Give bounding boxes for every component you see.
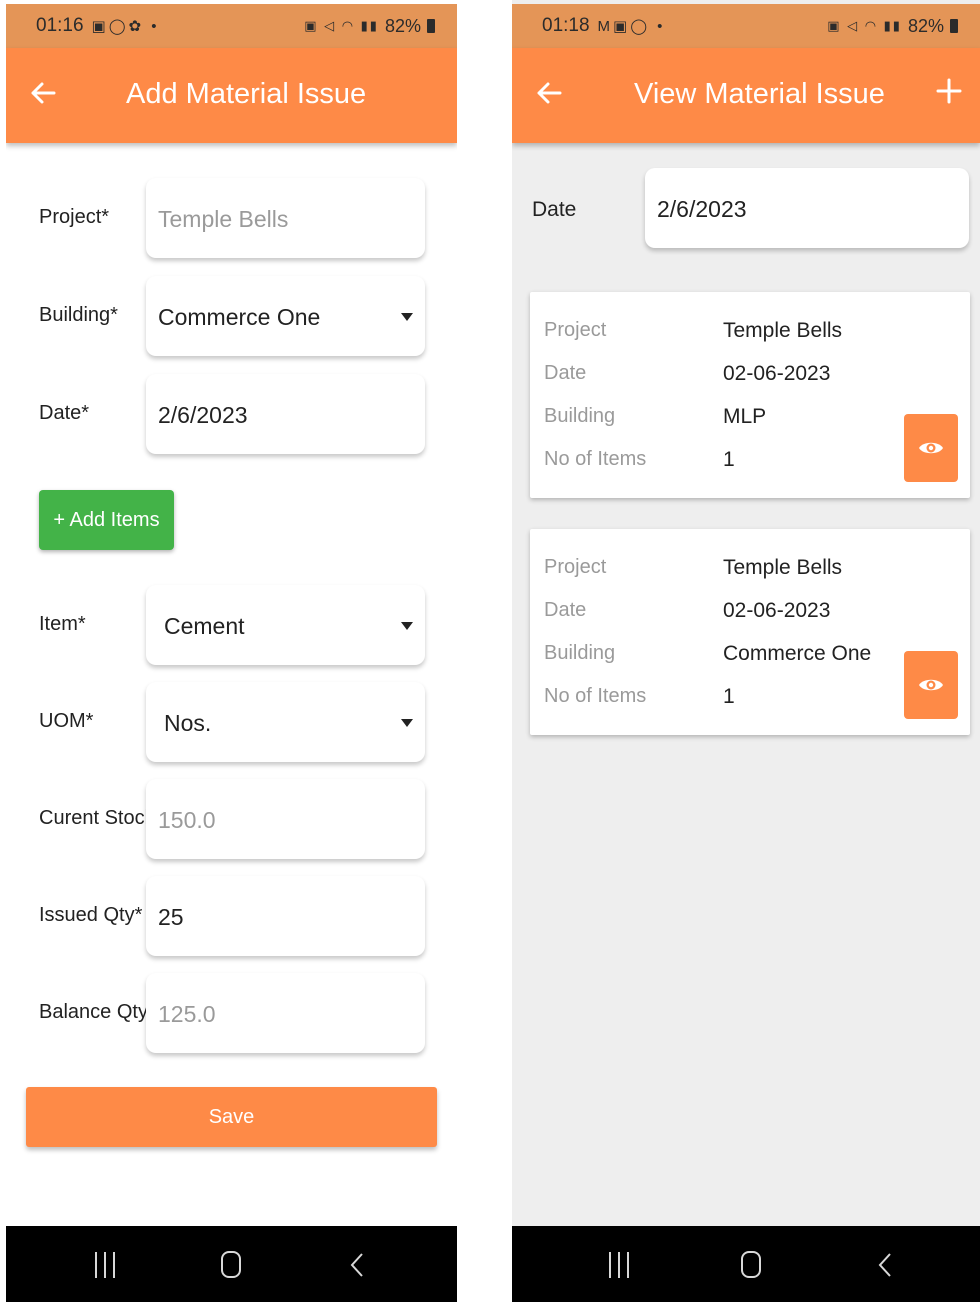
- system-nav-bar: [512, 1226, 980, 1302]
- status-bar: 01:18 M▣◯ • ▣ ◁ ◠ ▮▮ 82%: [512, 4, 980, 48]
- form-row-curent-stock: Curent Stock* 150.0: [6, 779, 457, 861]
- card-label-building: Building: [544, 405, 616, 427]
- notification-icons: ▣◯✿ •: [91, 18, 160, 35]
- save-button[interactable]: Save: [26, 1087, 437, 1147]
- form-row-item: Item* Cement: [6, 585, 457, 667]
- date-filter-value: 2/6/2023: [657, 196, 747, 222]
- field-value: Commerce One: [158, 304, 321, 330]
- item-dropdown[interactable]: Cement: [146, 585, 425, 665]
- material-issue-card: Project Temple Bells Date 02-06-2023 Buildin…: [530, 529, 970, 735]
- app-bar: Add Material Issue: [6, 48, 457, 143]
- dropdown-caret-icon: [401, 313, 413, 321]
- page-title: View Material Issue: [634, 78, 885, 110]
- field-value: 25: [158, 904, 184, 930]
- issued-qty-input[interactable]: 25: [146, 876, 425, 956]
- curent-stock-input[interactable]: 150.0: [146, 779, 425, 859]
- card-value-building: MLP: [723, 405, 767, 428]
- date-filter-label: Date: [532, 198, 577, 221]
- app-bar: View Material Issue: [512, 48, 980, 143]
- nav-back-icon[interactable]: [878, 1252, 892, 1278]
- signal-icons: ▣ ◁ ◠ ▮▮: [827, 18, 902, 33]
- view-details-button[interactable]: [904, 414, 958, 482]
- recent-apps-icon[interactable]: [609, 1252, 629, 1278]
- recent-apps-icon[interactable]: [95, 1252, 115, 1278]
- building-dropdown[interactable]: Commerce One: [146, 276, 425, 356]
- field-label: Issued Qty*: [39, 904, 143, 926]
- card-label-building: Building: [544, 642, 616, 664]
- card-value-project: Temple Bells: [723, 556, 843, 579]
- form-row-date: Date* 2/6/2023: [6, 374, 457, 456]
- status-right: ▣ ◁ ◠ ▮▮ 82%: [827, 16, 958, 37]
- eye-icon: [919, 679, 943, 691]
- signal-icons: ▣ ◁ ◠ ▮▮: [304, 18, 379, 33]
- home-icon[interactable]: [221, 1251, 241, 1278]
- field-label: Date*: [39, 402, 90, 424]
- date-filter-field[interactable]: 2/6/2023: [645, 168, 969, 248]
- balance-qty-input[interactable]: 125.0: [146, 973, 425, 1053]
- dropdown-caret-icon: [401, 719, 413, 727]
- card-label-items: No of Items: [544, 448, 647, 470]
- uom-dropdown[interactable]: Nos.: [146, 682, 425, 762]
- card-label-project: Project: [544, 319, 607, 341]
- field-value: Nos.: [164, 710, 212, 736]
- field-label: UOM*: [39, 710, 94, 732]
- home-icon[interactable]: [741, 1251, 761, 1278]
- project-input[interactable]: Temple Bells: [146, 178, 425, 258]
- battery-icon: [427, 19, 435, 33]
- form-row-project: Project* Temple Bells: [6, 178, 457, 260]
- card-label-items: No of Items: [544, 685, 647, 707]
- field-label: Curent Stock*: [39, 807, 163, 829]
- eye-icon: [919, 442, 943, 454]
- view-details-button[interactable]: [904, 651, 958, 719]
- card-value-date: 02-06-2023: [723, 599, 831, 622]
- view-material-issue-screen: 01:18 M▣◯ • ▣ ◁ ◠ ▮▮ 82% View Material I…: [512, 0, 980, 1302]
- card-value-items: 1: [723, 448, 735, 471]
- field-label: Building*: [39, 304, 118, 326]
- dropdown-caret-icon: [401, 622, 413, 630]
- system-nav-bar: [6, 1226, 457, 1302]
- back-arrow-icon[interactable]: [28, 78, 58, 108]
- field-value: Cement: [164, 613, 245, 639]
- battery-level: 82%: [907, 15, 944, 36]
- field-label: Balance Qty*: [39, 1001, 156, 1023]
- card-value-items: 1: [723, 685, 735, 708]
- card-value-project: Temple Bells: [723, 319, 843, 342]
- status-time: 01:18: [542, 15, 590, 36]
- nav-back-icon[interactable]: [350, 1252, 364, 1278]
- card-value-building: Commerce One: [723, 642, 872, 665]
- add-icon[interactable]: [934, 76, 964, 106]
- field-value: 2/6/2023: [158, 402, 248, 428]
- back-arrow-icon[interactable]: [534, 78, 564, 108]
- card-value-date: 02-06-2023: [723, 362, 831, 385]
- status-right: ▣ ◁ ◠ ▮▮ 82%: [304, 16, 435, 37]
- status-bar: 01:16 ▣◯✿ • ▣ ◁ ◠ ▮▮ 82%: [6, 4, 457, 48]
- form-row-balance-qty: Balance Qty* 125.0: [6, 973, 457, 1055]
- form-row-building: Building* Commerce One: [6, 276, 457, 358]
- page-title: Add Material Issue: [126, 78, 367, 110]
- card-label-date: Date: [544, 599, 587, 621]
- card-label-date: Date: [544, 362, 587, 384]
- form-row-uom: UOM* Nos.: [6, 682, 457, 764]
- battery-level: 82%: [384, 15, 421, 36]
- field-value: 125.0: [158, 1001, 216, 1027]
- date-input[interactable]: 2/6/2023: [146, 374, 425, 454]
- status-time: 01:16: [36, 15, 84, 36]
- material-issue-card: Project Temple Bells Date 02-06-2023 Buildin…: [530, 292, 970, 498]
- field-value: 150.0: [158, 807, 216, 833]
- add-items-button[interactable]: + Add Items: [39, 490, 174, 550]
- field-value: Temple Bells: [158, 206, 289, 232]
- field-label: Item*: [39, 613, 86, 635]
- form-row-issued-qty: Issued Qty* 25: [6, 876, 457, 958]
- add-material-issue-screen: 01:16 ▣◯✿ • ▣ ◁ ◠ ▮▮ 82% Add Material Is…: [6, 0, 457, 1302]
- card-label-project: Project: [544, 556, 607, 578]
- battery-icon: [950, 19, 958, 33]
- notification-icons: M▣◯ •: [597, 18, 666, 35]
- field-label: Project*: [39, 206, 110, 228]
